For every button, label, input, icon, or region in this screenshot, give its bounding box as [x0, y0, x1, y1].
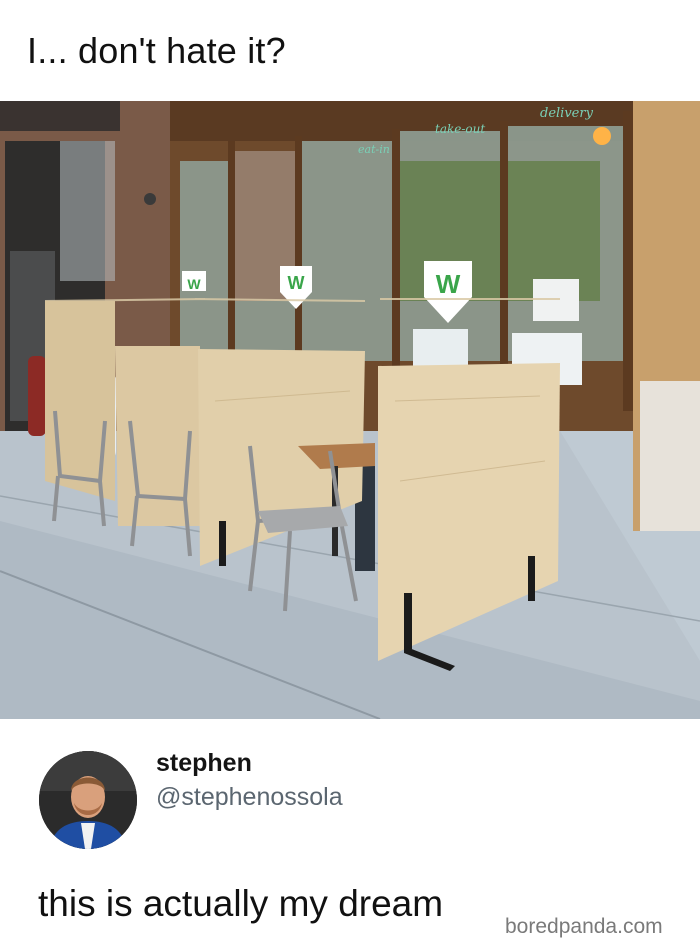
sign-eat-in: eat-in: [358, 143, 390, 156]
w-logo-sign-far: W: [182, 271, 206, 292]
svg-text:W: W: [436, 269, 461, 299]
svg-text:W: W: [288, 273, 305, 293]
avatar[interactable]: [39, 751, 137, 849]
svg-text:W: W: [187, 276, 201, 292]
sign-take-out: take-out: [435, 122, 485, 136]
display-name[interactable]: stephen: [156, 749, 252, 778]
watermark: boredpanda.com: [505, 915, 663, 938]
user-handle[interactable]: @stephenossola: [156, 783, 343, 812]
tweet-text: this is actually my dream: [38, 883, 444, 924]
tweet-card: stephen @stephenossola this is actually …: [0, 719, 700, 950]
restaurant-photo: delivery take-out eat-in W W W: [0, 101, 700, 719]
sign-delivery: delivery: [540, 106, 594, 121]
meme-caption: I... don't hate it?: [27, 30, 286, 71]
